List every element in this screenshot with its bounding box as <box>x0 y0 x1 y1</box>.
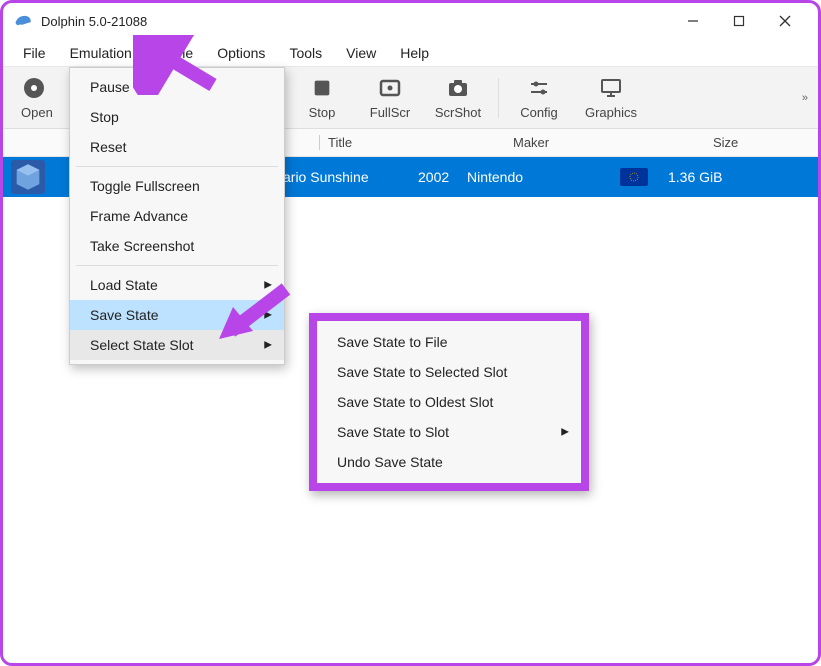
menuitem-load-state-label: Load State <box>90 277 158 293</box>
menuitem-save-state-to-slot-label: Save State to Slot <box>337 424 449 440</box>
toolbar-screenshot-label: ScrShot <box>435 105 481 120</box>
toolbar-graphics-label: Graphics <box>585 105 637 120</box>
window-title: Dolphin 5.0-21088 <box>41 14 670 29</box>
column-size[interactable]: Size <box>713 135 738 150</box>
menuitem-save-state[interactable]: Save State ▶ <box>70 300 284 330</box>
menuitem-save-state-to-oldest-slot[interactable]: Save State to Oldest Slot <box>317 387 581 417</box>
submenu-arrow-icon: ▶ <box>264 310 272 321</box>
toolbar-config-label: Config <box>520 105 558 120</box>
camera-icon <box>445 75 471 101</box>
menuitem-pause[interactable]: Pause <box>70 72 284 102</box>
menu-options[interactable]: Options <box>205 41 277 65</box>
submenu-arrow-icon: ▶ <box>561 427 569 438</box>
toolbar-graphics-button[interactable]: Graphics <box>573 75 649 120</box>
menu-tools[interactable]: Tools <box>277 41 334 65</box>
menu-movie[interactable]: Movie <box>144 41 205 65</box>
menuitem-toggle-fullscreen[interactable]: Toggle Fullscreen <box>70 171 284 201</box>
menuitem-save-state-to-slot[interactable]: Save State to Slot ▶ <box>317 417 581 447</box>
gamecube-icon <box>11 160 45 194</box>
menu-separator <box>76 265 278 266</box>
toolbar-fullscreen-label: FullScr <box>370 105 410 120</box>
toolbar-fullscreen-button[interactable]: FullScr <box>356 75 424 120</box>
app-window: Dolphin 5.0-21088 File Emulation Movie O… <box>0 0 821 666</box>
toolbar-open-button[interactable]: Open <box>13 75 61 120</box>
menu-view[interactable]: View <box>334 41 388 65</box>
menuitem-take-screenshot[interactable]: Take Screenshot <box>70 231 284 261</box>
menuitem-stop[interactable]: Stop <box>70 102 284 132</box>
sliders-icon <box>526 75 552 101</box>
menuitem-reset[interactable]: Reset <box>70 132 284 162</box>
menuitem-load-state[interactable]: Load State ▶ <box>70 270 284 300</box>
toolbar-stop-label: Stop <box>309 105 336 120</box>
maximize-button[interactable] <box>716 6 762 36</box>
menuitem-undo-save-state[interactable]: Undo Save State <box>317 447 581 477</box>
menu-help[interactable]: Help <box>388 41 441 65</box>
submenu-arrow-icon: ▶ <box>264 280 272 291</box>
menu-emulation[interactable]: Emulation <box>58 41 144 65</box>
menuitem-select-state-slot-label: Select State Slot <box>90 337 194 353</box>
fullscreen-icon <box>377 75 403 101</box>
window-controls <box>670 6 808 36</box>
submenu-arrow-icon: ▶ <box>264 340 272 351</box>
minimize-button[interactable] <box>670 6 716 36</box>
column-title[interactable]: Title <box>319 135 352 150</box>
menu-separator <box>76 166 278 167</box>
monitor-icon <box>598 75 624 101</box>
menubar: File Emulation Movie Options Tools View … <box>3 39 818 67</box>
dolphin-logo-icon <box>13 11 33 31</box>
disc-icon <box>21 75 47 101</box>
close-button[interactable] <box>762 6 808 36</box>
toolbar-config-button[interactable]: Config <box>505 75 573 120</box>
game-size: 1.36 GiB <box>668 169 722 185</box>
game-maker: Nintendo <box>467 169 523 185</box>
toolbar-open-label: Open <box>21 105 53 120</box>
toolbar-stop-button[interactable]: Stop <box>288 75 356 120</box>
menu-file[interactable]: File <box>11 41 58 65</box>
eu-flag-icon <box>620 168 648 186</box>
column-maker[interactable]: Maker <box>513 135 549 150</box>
menuitem-save-state-to-selected-slot[interactable]: Save State to Selected Slot <box>317 357 581 387</box>
toolbar-overflow-icon[interactable]: » <box>802 92 808 104</box>
menuitem-save-state-to-file[interactable]: Save State to File <box>317 327 581 357</box>
emulation-dropdown: Pause Stop Reset Toggle Fullscreen Frame… <box>69 67 285 365</box>
toolbar-screenshot-button[interactable]: ScrShot <box>424 75 492 120</box>
menuitem-frame-advance[interactable]: Frame Advance <box>70 201 284 231</box>
menuitem-save-state-label: Save State <box>90 307 159 323</box>
save-state-submenu: Save State to File Save State to Selecte… <box>309 313 589 491</box>
game-year: 2002 <box>418 169 449 185</box>
menuitem-select-state-slot[interactable]: Select State Slot ▶ <box>70 330 284 360</box>
stop-icon <box>309 75 335 101</box>
game-title: ario Sunshine <box>283 169 369 185</box>
titlebar: Dolphin 5.0-21088 <box>3 3 818 39</box>
